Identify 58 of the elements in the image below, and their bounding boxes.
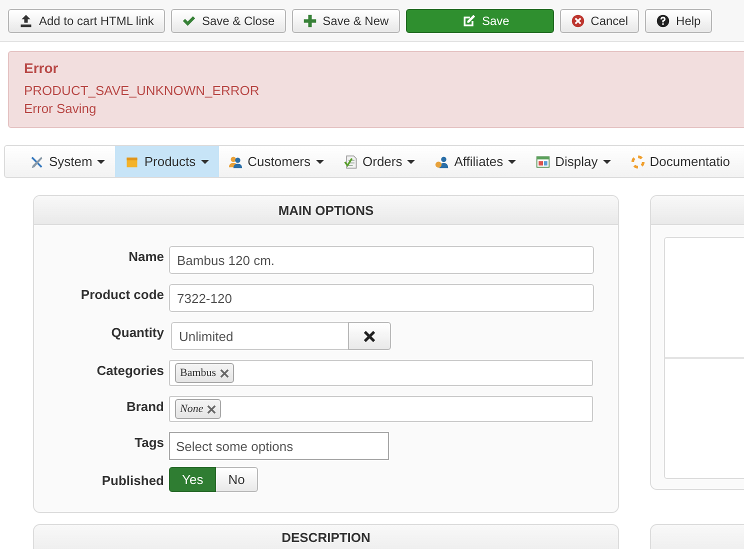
users-icon (228, 154, 243, 168)
panel-title: DESCRIPTION (282, 530, 370, 547)
panel-title: MAIN OPTIONS (278, 202, 374, 218)
text-field[interactable]: Bambus 120 cm. (169, 246, 594, 274)
field-label: Categories (96, 362, 164, 378)
field-label: Published (100, 472, 164, 488)
toolbar-button[interactable]: Save & Close (170, 9, 286, 33)
help-icon (656, 14, 670, 28)
caret-icon (316, 160, 324, 164)
toolbar-button[interactable]: Save & New (292, 9, 400, 33)
caret-icon (200, 160, 209, 164)
toolbar-button[interactable]: Help (645, 9, 712, 33)
quantity-field[interactable]: Unlimited (171, 322, 348, 350)
menu-item[interactable]: Orders (334, 146, 426, 177)
tag-field[interactable]: None (169, 396, 593, 422)
field-label: Brand (125, 398, 164, 414)
user-icon (435, 154, 450, 168)
toolbar-button[interactable]: Add to cart HTML link (8, 9, 165, 33)
edit-icon (462, 14, 476, 28)
caret-icon (407, 160, 416, 164)
remove-icon[interactable] (207, 404, 216, 414)
caret-icon (602, 160, 611, 164)
field-label: Product code (80, 286, 164, 302)
field-label: Name (128, 248, 164, 264)
tags-select[interactable]: Select some options (169, 432, 389, 460)
caret-icon (508, 160, 516, 164)
text-field[interactable]: 7322-120 (169, 284, 594, 312)
box-icon (125, 154, 140, 168)
toggle-option[interactable]: Yes (169, 467, 216, 492)
check-icon (182, 14, 196, 28)
upload-icon (19, 14, 33, 28)
remove-icon[interactable] (220, 368, 230, 378)
tag-field[interactable]: Bambus (169, 360, 593, 386)
close-icon (363, 330, 376, 342)
menu-item[interactable]: Affiliates (425, 146, 526, 177)
field-label: Tags (134, 434, 164, 450)
document-icon (344, 154, 358, 168)
alert-message: PRODUCT_SAVE_UNKNOWN_ERROR (24, 82, 260, 100)
lifebuoy-icon (630, 154, 645, 168)
field-label: Quantity (110, 324, 164, 340)
menu-item[interactable]: System (20, 146, 116, 177)
toolbar-button[interactable]: Cancel (560, 9, 640, 33)
caret-icon (97, 160, 106, 164)
menu-item[interactable]: Display (526, 146, 621, 177)
menu-item[interactable]: Documentatio (620, 146, 740, 177)
menu-item[interactable]: Customers (218, 146, 334, 177)
alert-title: Error (24, 60, 60, 76)
menu-item[interactable]: Products (115, 146, 219, 177)
tools-icon (30, 154, 44, 168)
toolbar-button[interactable]: Save (406, 9, 554, 33)
toggle-option[interactable]: No (216, 467, 258, 492)
cancel-icon (570, 14, 585, 28)
alert-message: Error Saving (24, 100, 98, 118)
chip[interactable]: None (175, 399, 222, 419)
chip[interactable]: Bambus (175, 363, 234, 383)
window-icon (536, 154, 550, 168)
plus-icon (302, 14, 317, 28)
clear-button[interactable] (348, 322, 391, 350)
